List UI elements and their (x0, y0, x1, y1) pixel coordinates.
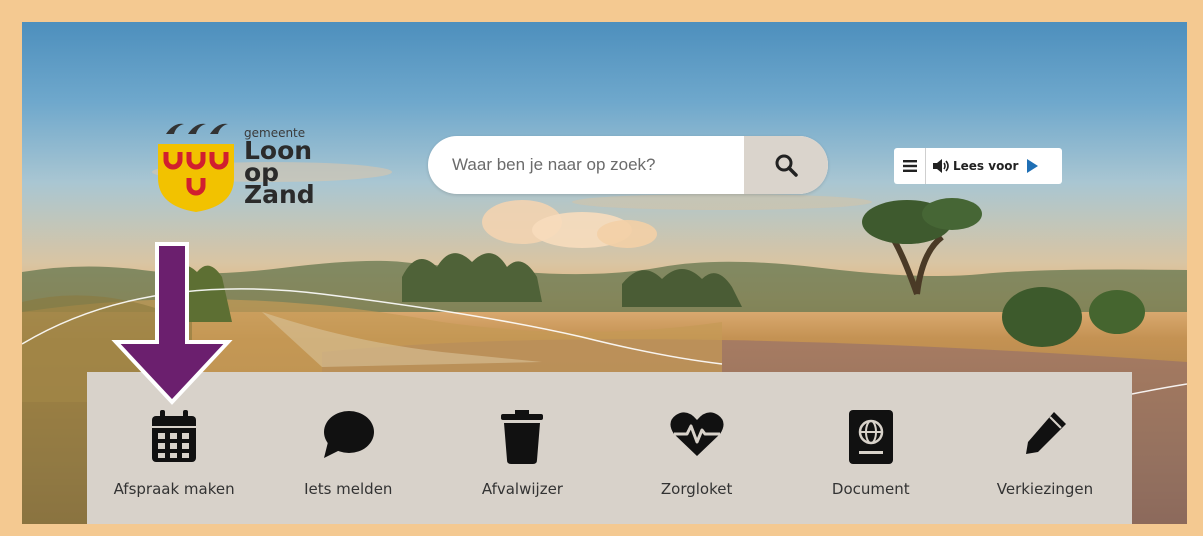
heartbeat-icon (670, 412, 724, 456)
search-icon (775, 154, 798, 177)
search-button[interactable] (744, 136, 828, 194)
service-label: Zorgloket (660, 480, 733, 498)
pencil-icon (1025, 412, 1066, 454)
service-label: Afspraak maken (113, 480, 235, 498)
pointer-arrow-icon (111, 242, 233, 405)
play-icon (1027, 159, 1039, 173)
hero-frame: gemeente Loon op Zand Waar ben je naar o… (22, 22, 1187, 524)
search-bar (428, 136, 828, 194)
read-aloud-menu-button[interactable] (894, 148, 926, 184)
read-aloud-widget: Lees voor (894, 148, 1062, 184)
service-verkiezingen[interactable]: Verkiezingen (958, 372, 1132, 524)
speech-bubble-icon (324, 411, 375, 458)
municipality-logo[interactable]: gemeente Loon op Zand (154, 118, 354, 218)
hamburger-menu-icon (902, 160, 917, 172)
service-panel: Afspraak maken Iets melden Afvalwijzer Z… (87, 372, 1132, 524)
service-label: Document (831, 480, 910, 498)
read-aloud-button[interactable]: Lees voor (926, 159, 1039, 173)
service-label: Verkiezingen (996, 480, 1094, 498)
logo-wordmark: gemeente Loon op Zand (244, 126, 354, 209)
speaker-icon (933, 159, 949, 173)
calendar-icon (152, 410, 197, 462)
service-iets-melden[interactable]: Iets melden (261, 372, 435, 524)
coat-of-arms-icon (158, 123, 234, 212)
read-aloud-label: Lees voor (953, 159, 1019, 173)
service-document[interactable]: Document (784, 372, 958, 524)
search-input[interactable] (428, 136, 744, 194)
logo-line-2: op Zand (244, 158, 315, 209)
service-afvalwijzer[interactable]: Afvalwijzer (435, 372, 609, 524)
passport-icon (848, 410, 893, 464)
trash-icon (501, 410, 544, 464)
service-label: Iets melden (304, 480, 393, 498)
service-label: Afvalwijzer (481, 480, 563, 498)
service-zorgloket[interactable]: Zorgloket (610, 372, 784, 524)
